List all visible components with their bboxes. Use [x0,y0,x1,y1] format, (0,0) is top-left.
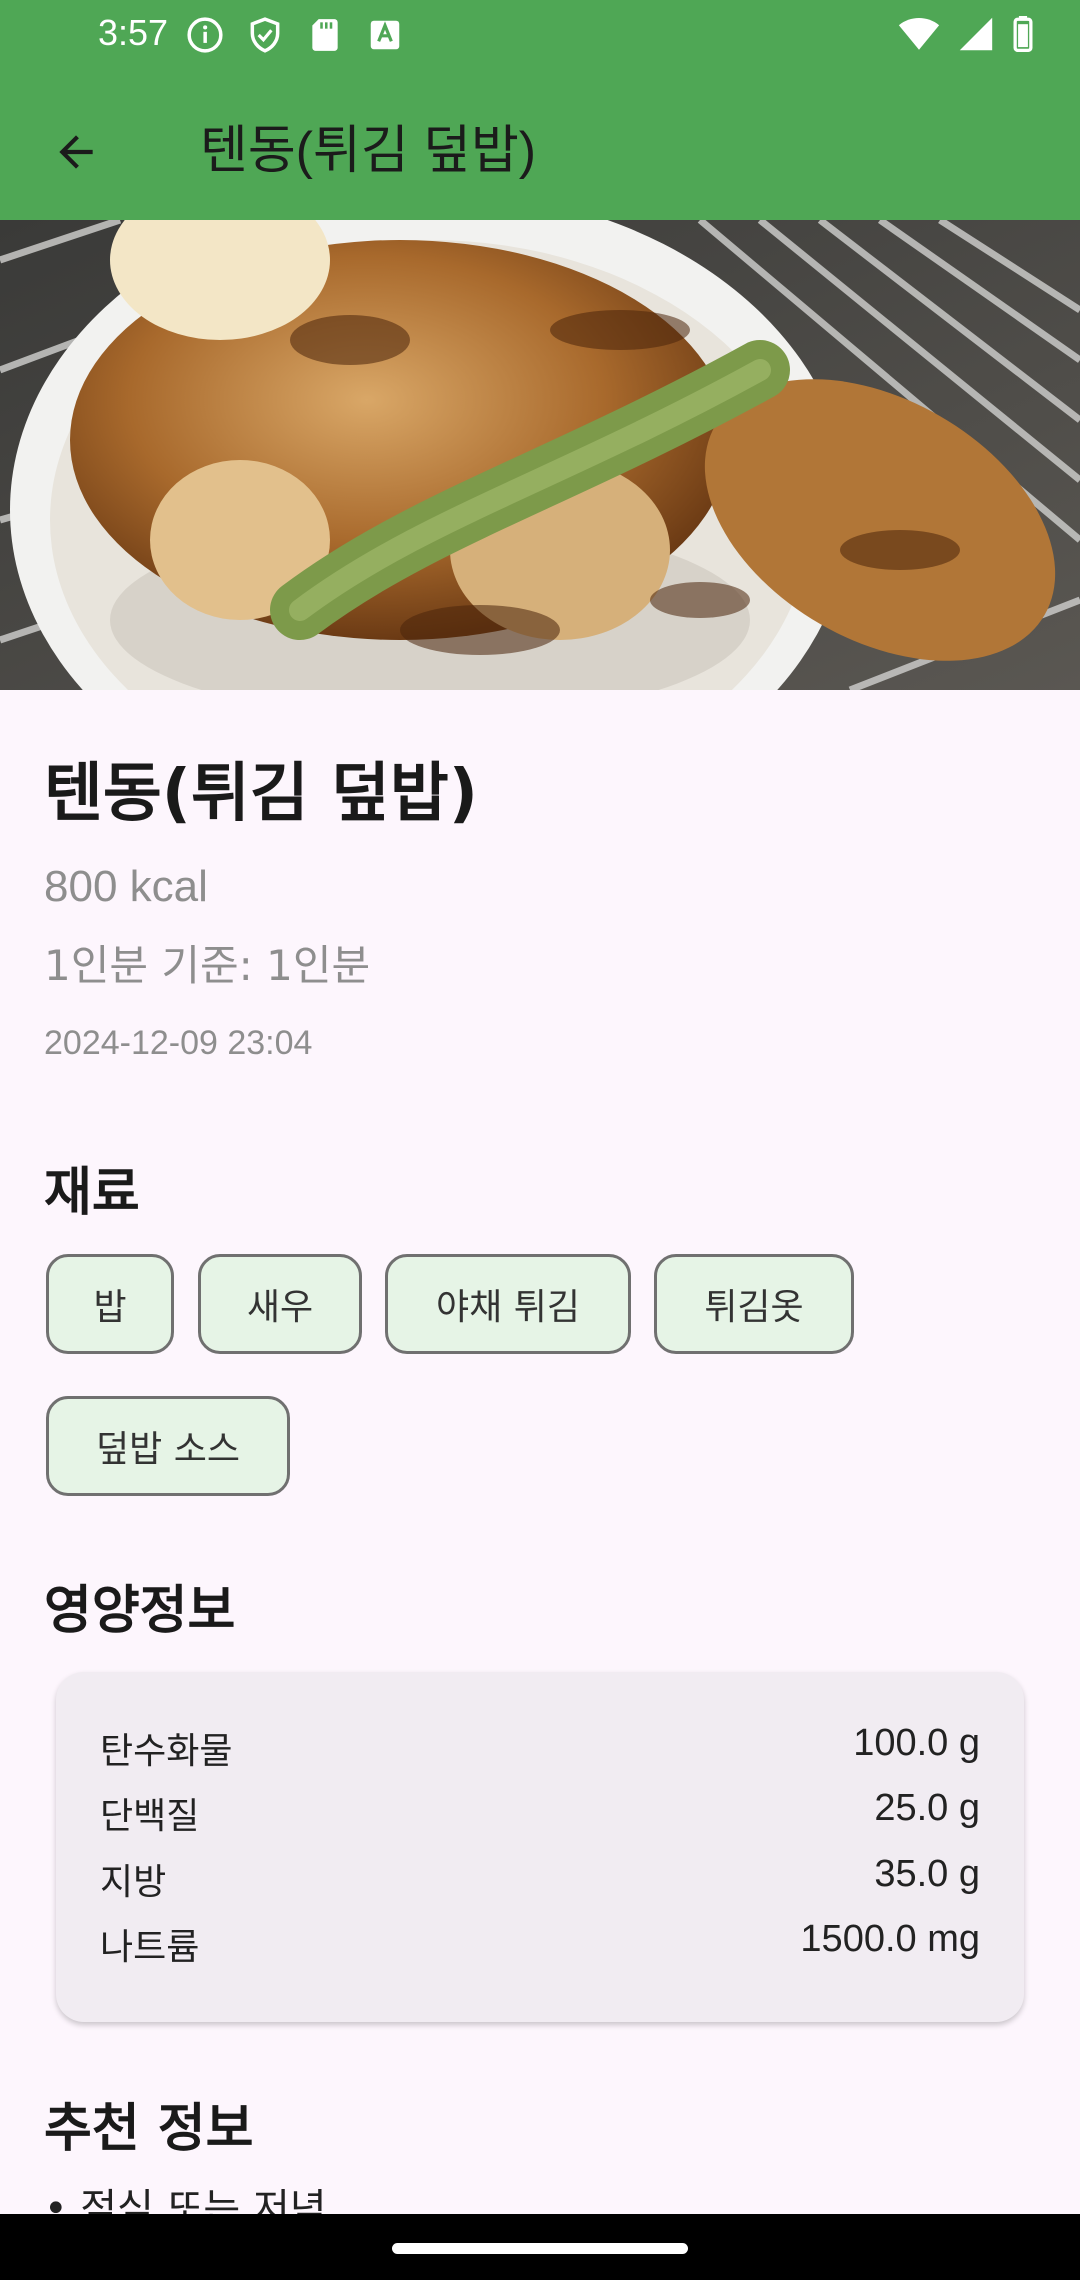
nutrition-label: 나트륨 [100,1927,200,1968]
nutrition-value: 35.0 g [874,1853,980,1895]
wifi-icon [898,18,940,50]
nutrition-row: 지방 35.0 g [100,1853,980,1913]
shield-icon [250,17,280,53]
nutrition-row: 탄수화물 100.0 g [100,1722,980,1782]
ingredient-chip[interactable]: 새우 [198,1254,362,1354]
status-bar: 3:57 [0,0,1080,70]
ingredient-chip[interactable]: 야채 튀김 [385,1254,631,1354]
record-date: 2024-12-09 23:04 [44,1024,313,1062]
battery-icon [1013,16,1033,52]
food-photo [0,220,1080,690]
nutrition-label: 단백질 [100,1796,200,1837]
ingredient-chip[interactable]: 덮밥 소스 [46,1396,290,1496]
status-icons-left [186,16,404,54]
ingredient-chip[interactable]: 밥 [46,1254,174,1354]
ingredients-title: 재료 [44,1163,140,1223]
app-bar: 텐동(튀김 덮밥) [0,70,1080,220]
info-icon [187,17,223,53]
food-name: 텐동(튀김 덮밥) [44,757,479,831]
status-time: 3:57 [98,12,169,53]
app-bar-title: 텐동(튀김 덮밥) [200,122,537,180]
nutrition-label: 탄수화물 [100,1731,233,1772]
arrow-back-icon [59,135,93,169]
nutrition-value: 100.0 g [853,1722,980,1764]
nutrition-row: 나트륨 1500.0 mg [100,1918,980,1978]
home-indicator[interactable] [392,2243,688,2254]
serving-size: 1인분 기준: 1인분 [44,941,371,990]
ingredient-chip[interactable]: 튀김옷 [654,1254,854,1354]
nutrition-title: 영양정보 [44,1581,236,1641]
sd-card-icon [312,19,338,51]
food-photo-image [0,220,1080,690]
back-button[interactable] [36,112,116,192]
calories: 800 kcal [44,862,208,911]
recommendation-title: 추천 정보 [44,2099,254,2159]
nutrition-value: 25.0 g [874,1787,980,1829]
nutrition-label: 지방 [100,1862,167,1903]
nutrition-value: 1500.0 mg [800,1918,980,1960]
keyboard-a-icon [370,20,400,50]
status-icons-right [898,16,1034,52]
nutrition-card: 탄수화물 100.0 g 단백질 25.0 g 지방 35.0 g 나트륨 15… [56,1672,1024,2022]
nutrition-row: 단백질 25.0 g [100,1787,980,1847]
signal-icon [959,17,993,51]
